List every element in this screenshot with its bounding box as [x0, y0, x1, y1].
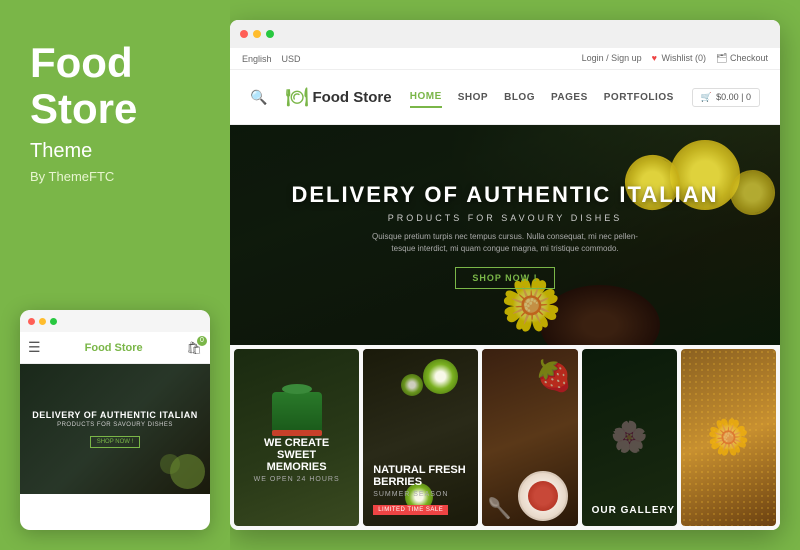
- mobile-hero: DELIVERY OF AUTHENTIC ITALIAN PRODUCTS F…: [20, 364, 210, 494]
- mobile-top-bar: [20, 310, 210, 332]
- hero-description: Quisque pretium turpis nec tempus cursus…: [365, 231, 645, 255]
- card-fresh-berries: NATURAL FRESH BERRIES SUMMER SEASON Limi…: [363, 349, 478, 526]
- card-food-image: 🍓 🥄: [482, 349, 577, 526]
- spoon-deco: 🥄: [487, 496, 512, 521]
- heart-icon: ♥: [652, 53, 657, 63]
- topbar-left: English USD: [242, 54, 301, 64]
- card1-sub: WE OPEN 24 HOURS: [254, 476, 340, 483]
- hero-shop-now-button[interactable]: SHOP NOW !: [455, 267, 554, 289]
- card2-title: NATURAL FRESH BERRIES: [373, 464, 468, 488]
- site-header: 🔍 🍽 Food Store HOME SHOP BLOG PAGES PORT…: [230, 70, 780, 125]
- topbar-usd[interactable]: USD: [282, 54, 301, 64]
- card-sweet-memories: WE CREATE SWEET MEMORIES WE OPEN 24 HOUR…: [234, 349, 359, 526]
- mobile-dot-yellow: [39, 318, 46, 325]
- site-nav: HOME SHOP BLOG PAGES PORTFOLIOS: [410, 87, 674, 108]
- hero-text-content: DELIVERY OF AUTHENTIC ITALIAN PRODUCTS F…: [291, 182, 718, 289]
- cake-decoration: [272, 392, 322, 432]
- mobile-nav: ☰ Food Store 🛍 0: [20, 332, 210, 364]
- card2-badge: Limited time sale: [373, 505, 448, 515]
- mobile-dot-green: [50, 318, 57, 325]
- cart-button[interactable]: 🛒 $0.00 | 0: [692, 88, 760, 107]
- mobile-hero-title: DELIVERY OF AUTHENTIC ITALIAN: [32, 410, 198, 421]
- browser-dot-green[interactable]: [266, 30, 274, 38]
- hero-title: DELIVERY OF AUTHENTIC ITALIAN: [291, 182, 718, 208]
- topbar-login[interactable]: Login / Sign up: [582, 53, 642, 64]
- logo-icon: 🍽: [286, 87, 309, 108]
- left-title: Food Store: [30, 40, 137, 132]
- left-by: By ThemeFTC: [30, 169, 114, 184]
- mobile-preview: ☰ Food Store 🛍 0 DELIVERY OF AUTHENTIC I…: [20, 310, 210, 530]
- nav-pages[interactable]: PAGES: [551, 88, 588, 107]
- site-topbar: English USD Login / Sign up ♥ Wishlist (…: [230, 48, 780, 70]
- search-button[interactable]: 🔍: [250, 89, 267, 106]
- topbar-right: Login / Sign up ♥ Wishlist (0) 🗂 Checkou…: [582, 53, 768, 64]
- mobile-hero-text: DELIVERY OF AUTHENTIC ITALIAN PRODUCTS F…: [32, 410, 198, 449]
- mobile-shop-now-button[interactable]: SHOP NOW !: [90, 436, 141, 448]
- nav-home[interactable]: HOME: [410, 87, 442, 108]
- browser-dot-yellow[interactable]: [253, 30, 261, 38]
- cart-value: $0.00 | 0: [716, 92, 751, 102]
- mobile-hero-sub: PRODUCTS FOR SAVOURY DISHES: [32, 422, 198, 428]
- site-logo: 🍽 Food Store: [286, 87, 392, 108]
- left-subtitle: Theme: [30, 140, 92, 163]
- mobile-hamburger-icon[interactable]: ☰: [28, 339, 41, 356]
- mobile-cart-badge: 0: [197, 336, 207, 346]
- nav-portfolios[interactable]: PORTFOLIOS: [604, 88, 674, 107]
- strawberry-deco: 🍓: [535, 359, 572, 394]
- card2-text: NATURAL FRESH BERRIES SUMMER SEASON Limi…: [373, 464, 468, 516]
- card2-sub: SUMMER SEASON: [373, 491, 468, 498]
- gallery-deco: 🌸: [582, 349, 677, 526]
- nav-blog[interactable]: BLOG: [504, 88, 535, 107]
- checkout-icon: 🗂: [716, 53, 727, 63]
- nav-shop[interactable]: SHOP: [458, 88, 488, 107]
- food-deco-icon: 🌼: [681, 349, 776, 526]
- mobile-cart-icon[interactable]: 🛍 0: [187, 341, 202, 355]
- browser-content: English USD Login / Sign up ♥ Wishlist (…: [230, 48, 780, 530]
- browser-chrome: [230, 20, 780, 48]
- browser-dot-red[interactable]: [240, 30, 248, 38]
- hero-subtitle: PRODUCTS FOR SAVOURY DISHES: [291, 213, 718, 223]
- browser-window: English USD Login / Sign up ♥ Wishlist (…: [230, 20, 780, 530]
- bottom-cards-section: WE CREATE SWEET MEMORIES WE OPEN 24 HOUR…: [230, 345, 780, 530]
- mobile-circle-2: [160, 454, 180, 474]
- left-panel: Food Store Theme By ThemeFTC ☰ Food Stor…: [0, 0, 230, 550]
- mobile-dot-red: [28, 318, 35, 325]
- site-hero: 🌼 DELIVERY OF AUTHENTIC ITALIAN PRODUCTS…: [230, 125, 780, 345]
- card1-title: WE CREATE SWEET MEMORIES: [249, 437, 344, 473]
- topbar-english[interactable]: English: [242, 54, 272, 64]
- topbar-checkout[interactable]: 🗂 Checkout: [716, 53, 768, 64]
- topbar-wishlist[interactable]: ♥ Wishlist (0): [652, 53, 706, 64]
- logo-text: Food Store: [312, 89, 391, 106]
- card-golden-food: 🌼: [681, 349, 776, 526]
- cart-icon: 🛒: [701, 92, 712, 103]
- card-gallery: OUR GALLERY 🌸: [582, 349, 677, 526]
- plate-decoration: [518, 471, 568, 521]
- mobile-logo: Food Store: [85, 342, 143, 354]
